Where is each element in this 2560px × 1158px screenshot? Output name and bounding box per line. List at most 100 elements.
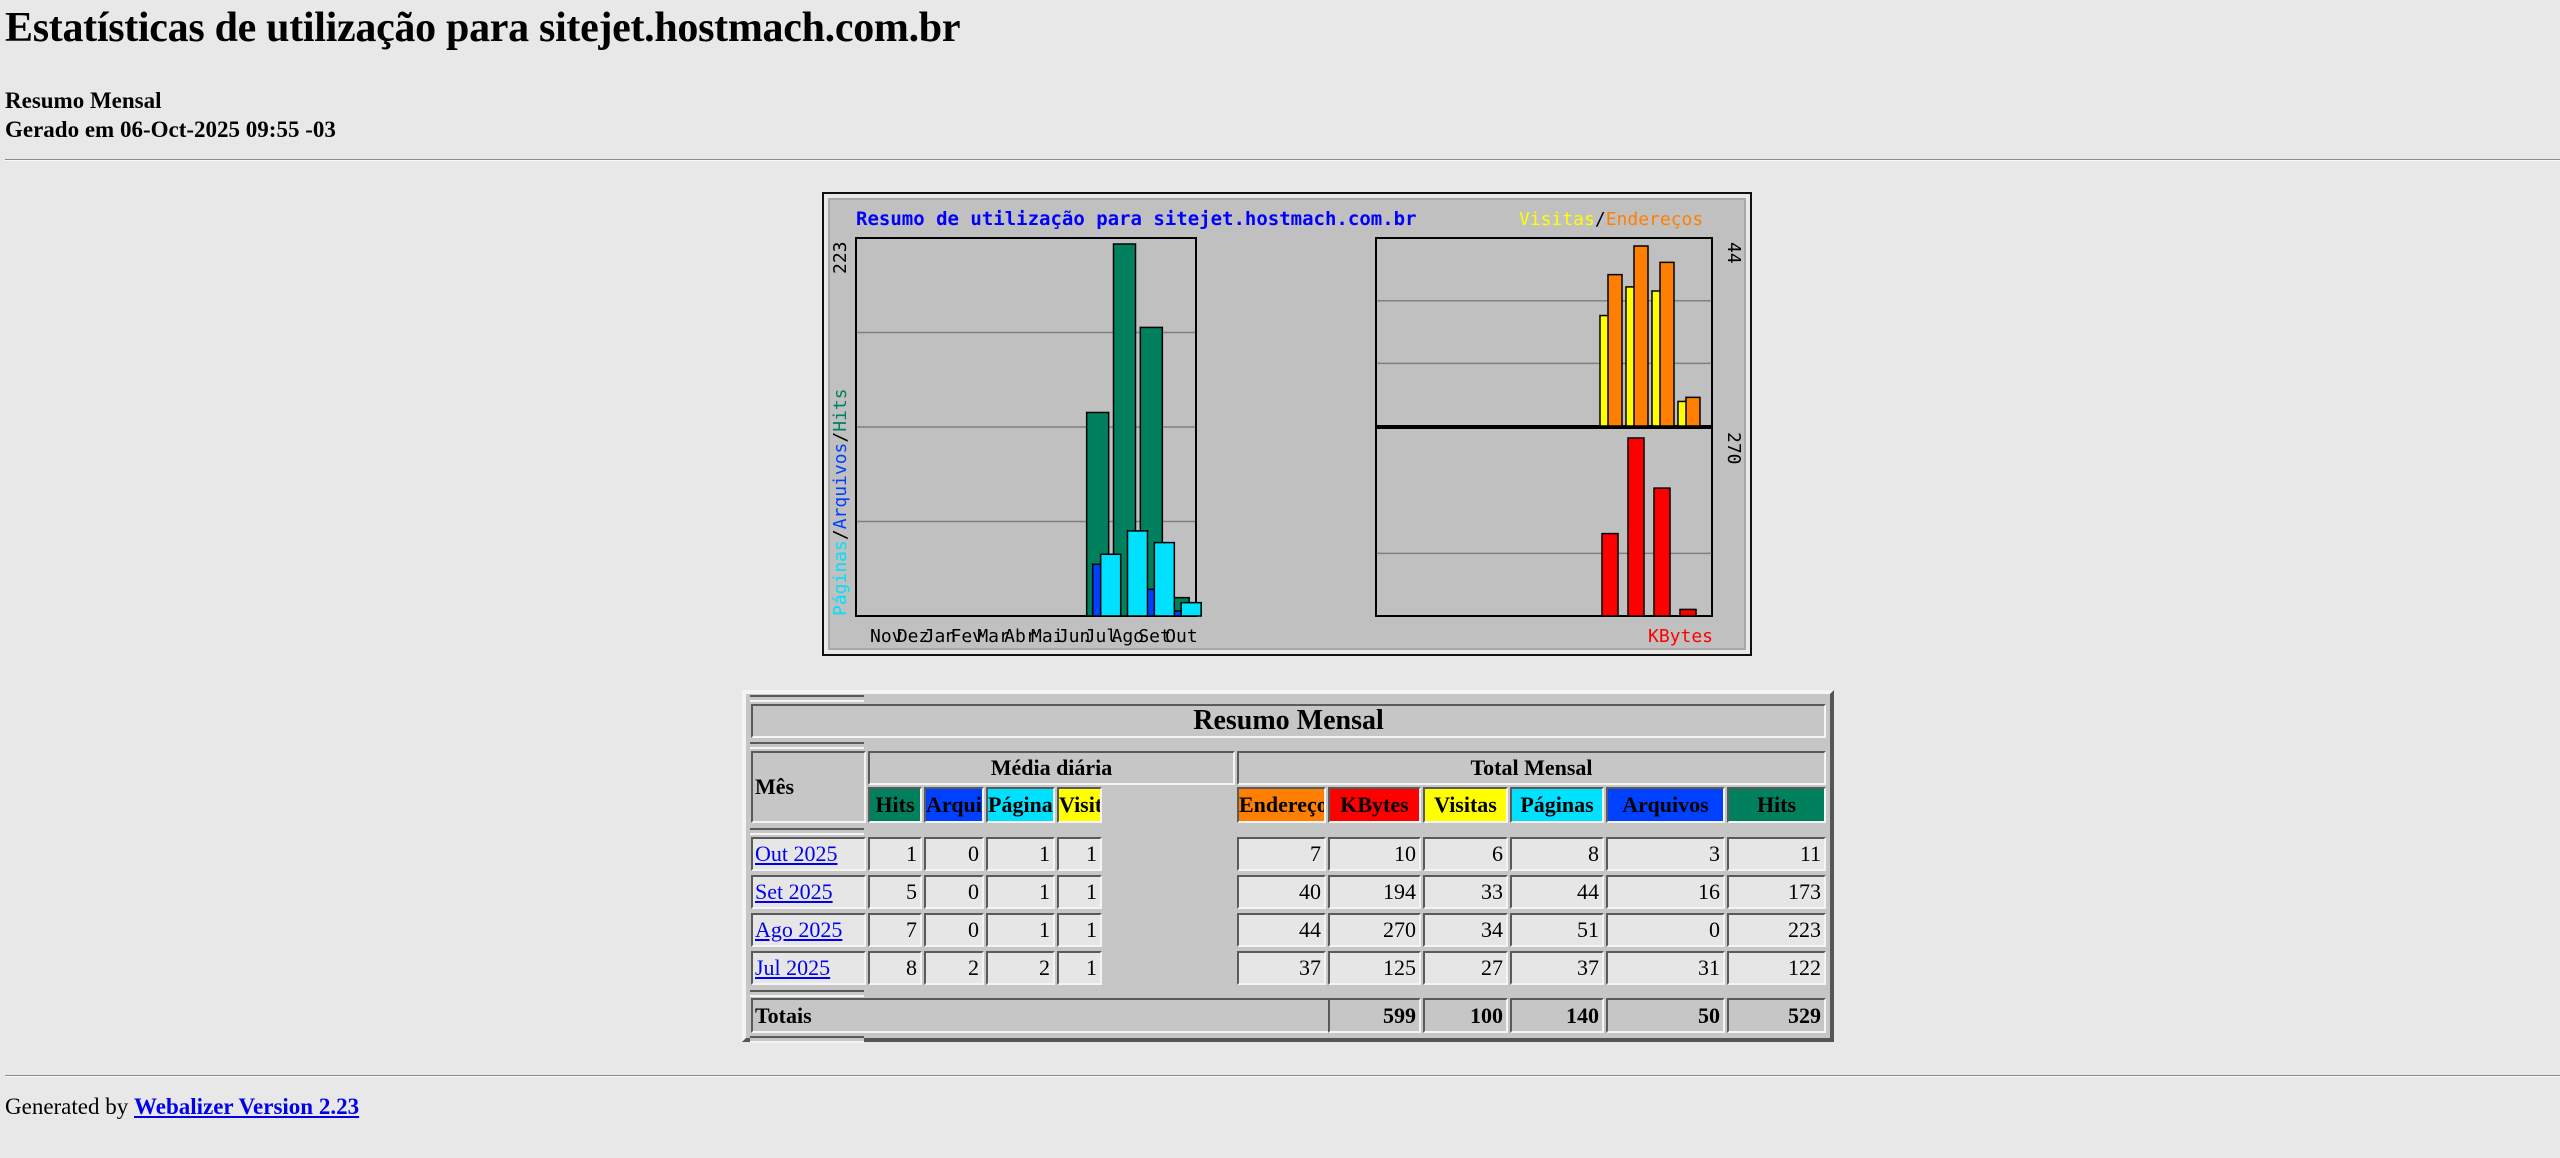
- bottom-divider: [5, 1075, 2560, 1077]
- legend-visits: Visitas: [1519, 209, 1595, 230]
- legend-sites: Endereços: [1606, 209, 1704, 230]
- visits-sites-legend: Visitas/Endereços: [1519, 209, 1703, 230]
- table-cell: 31: [1606, 951, 1725, 985]
- monthly-kbytes-plot: [1375, 427, 1713, 617]
- table-cell: 44: [1510, 875, 1604, 909]
- page-title: Estatísticas de utilização para sitejet.…: [5, 5, 961, 51]
- bar-kbytes-2: [1653, 487, 1671, 617]
- month-label-out: Out: [1165, 626, 1198, 647]
- column-header-1: Arquivos: [924, 787, 984, 823]
- month-axis-labels: NovDezJanFevMarAbrMaiJunJulAgoSetOut: [870, 626, 1198, 647]
- report-subtitle: Resumo Mensal: [5, 88, 162, 113]
- column-header-9: Hits: [1727, 787, 1826, 823]
- table-cell: 2: [986, 951, 1055, 985]
- table-cell: 223: [1727, 913, 1826, 947]
- footer-text: Generated by: [5, 1094, 129, 1119]
- table-cell: 40: [1237, 875, 1326, 909]
- bar-kbytes-1: [1627, 437, 1645, 617]
- bar-páginas-set: [1153, 541, 1176, 617]
- table-cell: 0: [924, 875, 984, 909]
- table-cell: 10: [1328, 837, 1421, 871]
- month-header: Mês: [751, 751, 866, 823]
- table-separator: [750, 1036, 864, 1043]
- table-cell: 8: [1510, 837, 1604, 871]
- table-cell: 122: [1727, 951, 1826, 985]
- table-separator: [750, 742, 864, 749]
- month-link[interactable]: Set 2025: [755, 879, 833, 904]
- table-cell: 1: [986, 837, 1055, 871]
- right-top-axis-max: 44: [1723, 242, 1744, 264]
- table-cell: 51: [1510, 913, 1604, 947]
- table-cell: 7: [1237, 837, 1326, 871]
- table-separator: [750, 828, 864, 835]
- month-link[interactable]: Out 2025: [755, 841, 838, 866]
- table-row-month: Out 2025: [751, 837, 866, 871]
- month-link[interactable]: Ago 2025: [755, 917, 842, 942]
- axis-label-hits: Hits: [830, 388, 851, 431]
- column-header-0: Hits: [868, 787, 922, 823]
- column-header-4: Endereços: [1237, 787, 1326, 823]
- monthly-visits-plot: [1375, 237, 1713, 427]
- table-cell: 3: [1606, 837, 1725, 871]
- month-link[interactable]: Jul 2025: [755, 955, 830, 980]
- totals-cell: 599: [1328, 998, 1421, 1033]
- totals-cell: 50: [1606, 998, 1725, 1033]
- table-cell: 8: [868, 951, 922, 985]
- bar-endereços-0: [1607, 273, 1623, 427]
- table-cell: 2: [924, 951, 984, 985]
- table-separator: [750, 990, 864, 997]
- monthly-total-header: Total Mensal: [1237, 751, 1826, 785]
- left-axis-max: 223: [830, 241, 851, 274]
- table-cell: 1: [1057, 837, 1102, 871]
- bar-páginas-out: [1180, 601, 1202, 617]
- table-cell: 34: [1423, 913, 1508, 947]
- monthly-hits-plot: [855, 237, 1202, 617]
- table-cell: 0: [1606, 913, 1725, 947]
- column-header-5: KBytes: [1328, 787, 1421, 823]
- table-cell: 1: [868, 837, 922, 871]
- table-cell: 33: [1423, 875, 1508, 909]
- table-cell: 125: [1328, 951, 1421, 985]
- table-cell: 194: [1328, 875, 1421, 909]
- axis-label-slash-1: /: [830, 529, 851, 540]
- webalizer-link[interactable]: Webalizer Version 2.23: [134, 1094, 359, 1119]
- table-separator: [750, 695, 864, 702]
- bar-endereços-3: [1685, 396, 1701, 427]
- table-title: Resumo Mensal: [751, 704, 1826, 738]
- table-cell: 11: [1727, 837, 1826, 871]
- top-divider: [5, 159, 2560, 161]
- table-cell: 27: [1423, 951, 1508, 985]
- bar-kbytes-0: [1601, 532, 1619, 617]
- footer: Generated by Webalizer Version 2.23: [5, 1093, 359, 1121]
- axis-label-slash-2: /: [830, 432, 851, 443]
- table-row-month: Ago 2025: [751, 913, 866, 947]
- right-bottom-axis-max: 270: [1723, 432, 1744, 465]
- table-cell: 270: [1328, 913, 1421, 947]
- table-cell: 6: [1423, 837, 1508, 871]
- column-header-6: Visitas: [1423, 787, 1508, 823]
- table-cell: 1: [986, 875, 1055, 909]
- table-cell: 37: [1237, 951, 1326, 985]
- usage-graph: Resumo de utilização para sitejet.hostma…: [822, 192, 1752, 656]
- totals-label: Totais: [751, 998, 1373, 1033]
- generated-date: Gerado em 06-Oct-2025 09:55 -03: [5, 117, 336, 142]
- report-header: Resumo Mensal Gerado em 06-Oct-2025 09:5…: [5, 86, 336, 144]
- table-row-month: Jul 2025: [751, 951, 866, 985]
- table-cell: 0: [924, 837, 984, 871]
- table-cell: 0: [924, 913, 984, 947]
- left-axis-label: Páginas/Arquivos/Hits: [830, 388, 851, 616]
- bar-endereços-1: [1633, 245, 1649, 427]
- table-cell: 1: [1057, 913, 1102, 947]
- bar-kbytes-3: [1679, 608, 1697, 617]
- table-cell: 5: [868, 875, 922, 909]
- bar-endereços-2: [1659, 261, 1675, 427]
- column-header-2: Páginas: [986, 787, 1055, 823]
- table-cell: 1: [1057, 951, 1102, 985]
- column-header-8: Arquivos: [1606, 787, 1725, 823]
- daily-average-header: Média diária: [868, 751, 1235, 785]
- table-cell: 1: [1057, 875, 1102, 909]
- table-cell: 7: [868, 913, 922, 947]
- table-row-month: Set 2025: [751, 875, 866, 909]
- bar-páginas-ago: [1126, 530, 1149, 617]
- totals-cell: 140: [1510, 998, 1604, 1033]
